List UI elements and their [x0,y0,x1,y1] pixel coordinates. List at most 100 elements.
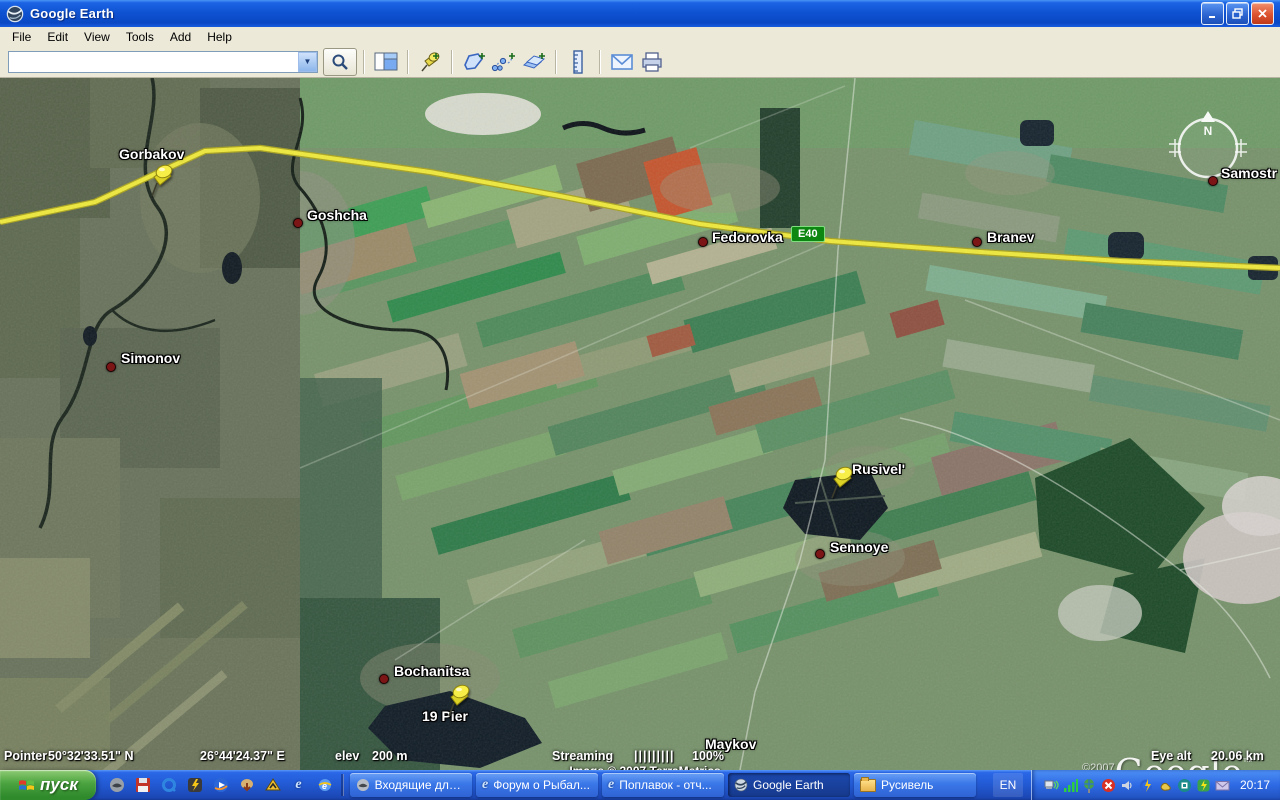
mail-client-icon[interactable] [108,777,125,794]
map-label-simonov[interactable]: Simonov [121,350,180,366]
menu-file[interactable]: File [4,29,39,45]
map-label-sennoye[interactable]: Sennoye [830,539,888,555]
mail-task-icon [356,778,370,792]
power-scheme-icon[interactable] [1139,778,1154,793]
task-button-label: Форум о Рыбал... [493,778,590,792]
print-icon [640,51,664,73]
titlebar: Google Earth [0,0,1280,27]
taskbar-clock[interactable]: 20:17 [1240,778,1270,792]
task-button-forum[interactable]: e Форум о Рыбал... [476,773,598,797]
pointing-device-icon[interactable] [1158,778,1173,793]
streaming-percent: 100% [692,749,724,763]
antivirus-alert-icon[interactable] [1101,778,1116,793]
map-label-samostr[interactable]: Samostr [1221,165,1277,181]
pushpin-19-pier[interactable] [444,684,470,718]
minimize-button[interactable] [1201,2,1224,25]
task-button-google-earth[interactable]: Google Earth [728,773,850,797]
add-path-button[interactable] [489,48,519,76]
search-dropdown-arrow[interactable]: ▼ [298,52,317,72]
menu-add[interactable]: Add [162,29,199,45]
placemark-dot-bochanitsa[interactable] [379,674,389,684]
task-button-poplavok[interactable]: e Поплавок - отч... [602,773,724,797]
internet-explorer-icon[interactable]: e [290,777,307,794]
signal-strength-icon[interactable] [1063,778,1078,793]
toolbar-separator [407,50,409,74]
quicktime-icon[interactable] [160,777,177,794]
language-indicator[interactable]: EN [993,773,1023,797]
windows-logo-icon [18,777,35,794]
placemark-dot-branev[interactable] [972,237,982,247]
sidebar-panes-icon [374,52,398,72]
taskbar: пуск e e Входящ [0,770,1280,800]
satellite-imagery[interactable] [0,78,1280,770]
placemark-dot-fedorovka[interactable] [698,237,708,247]
add-polygon-icon [461,51,487,73]
streaming-label: Streaming [552,749,613,763]
search-button[interactable] [323,48,357,76]
minimize-icon [1208,9,1218,19]
globe-tray-icon[interactable] [1082,778,1097,793]
map-label-rusivel[interactable]: Rusivel' [852,461,905,477]
email-button[interactable] [607,48,637,76]
toolbar-separator [599,50,601,74]
map-label-gorbakov[interactable]: Gorbakov [119,146,184,162]
download-manager-icon[interactable] [238,777,255,794]
add-image-overlay-button[interactable] [519,48,549,76]
close-icon [1257,8,1268,19]
system-tray: 20:17 [1031,770,1280,800]
maximize-button[interactable] [1226,2,1249,25]
map-viewport[interactable]: N Gorbakov Goshcha Simonov Fedorovka Bra… [0,78,1280,770]
svg-text:e: e [322,781,327,791]
toolbar-separator [451,50,453,74]
toolbar-separator [363,50,365,74]
messenger-icon[interactable] [1177,778,1192,793]
battery-power-icon[interactable] [1196,778,1211,793]
add-placemark-button[interactable] [415,48,445,76]
show-sidebar-button[interactable] [371,48,401,76]
task-button-label: Поплавок - отч... [619,778,711,792]
taskbar-divider [341,774,344,796]
task-button-rusivel-folder[interactable]: Русивель [854,773,976,797]
start-button[interactable]: пуск [0,770,96,800]
map-label-fedorovka[interactable]: Fedorovka [712,229,783,245]
print-button[interactable] [637,48,667,76]
road-badge-e40: E40 [791,226,825,242]
map-label-branev[interactable]: Branev [987,229,1034,245]
internet-explorer-alt-icon[interactable]: e [316,777,333,794]
pushpin-rusivel[interactable] [827,466,853,500]
map-label-goshcha[interactable]: Goshcha [307,207,367,223]
menu-tools[interactable]: Tools [118,29,162,45]
pointer-longitude: 26°44'24.37" E [200,749,285,763]
search-input[interactable] [9,54,298,70]
folder-icon [860,779,876,792]
floppy-disk-icon[interactable] [134,777,151,794]
menu-help[interactable]: Help [199,29,240,45]
new-mail-icon[interactable] [1215,778,1230,793]
menu-view[interactable]: View [76,29,118,45]
map-label-bochanitsa[interactable]: Bochanitsa [394,663,469,679]
compass-north-arrow-icon [1201,111,1215,122]
ruler-button[interactable] [563,48,593,76]
network-monitor-icon[interactable] [1044,778,1059,793]
menu-edit[interactable]: Edit [39,29,76,45]
placemark-dot-samostr[interactable] [1208,176,1218,186]
task-buttons: Входящие для ... e Форум о Рыбал... e По… [350,773,976,797]
placemark-dot-goshcha[interactable] [293,218,303,228]
task-button-inbox[interactable]: Входящие для ... [350,773,472,797]
toolbar-separator [555,50,557,74]
search-combobox[interactable]: ▼ [8,51,318,73]
pushpin-gorbakov[interactable] [147,164,173,198]
toolbar: ▼ [0,46,1280,78]
placemark-dot-simonov[interactable] [106,362,116,372]
flashget-icon[interactable] [264,777,281,794]
add-image-overlay-icon [521,51,547,73]
start-label: пуск [40,775,78,795]
volume-icon[interactable] [1120,778,1135,793]
winamp-icon[interactable] [186,777,203,794]
close-button[interactable] [1251,2,1274,25]
add-path-icon [491,51,517,73]
media-player-icon[interactable] [212,777,229,794]
google-earth-icon [734,778,748,792]
add-polygon-button[interactable] [459,48,489,76]
placemark-dot-sennoye[interactable] [815,549,825,559]
